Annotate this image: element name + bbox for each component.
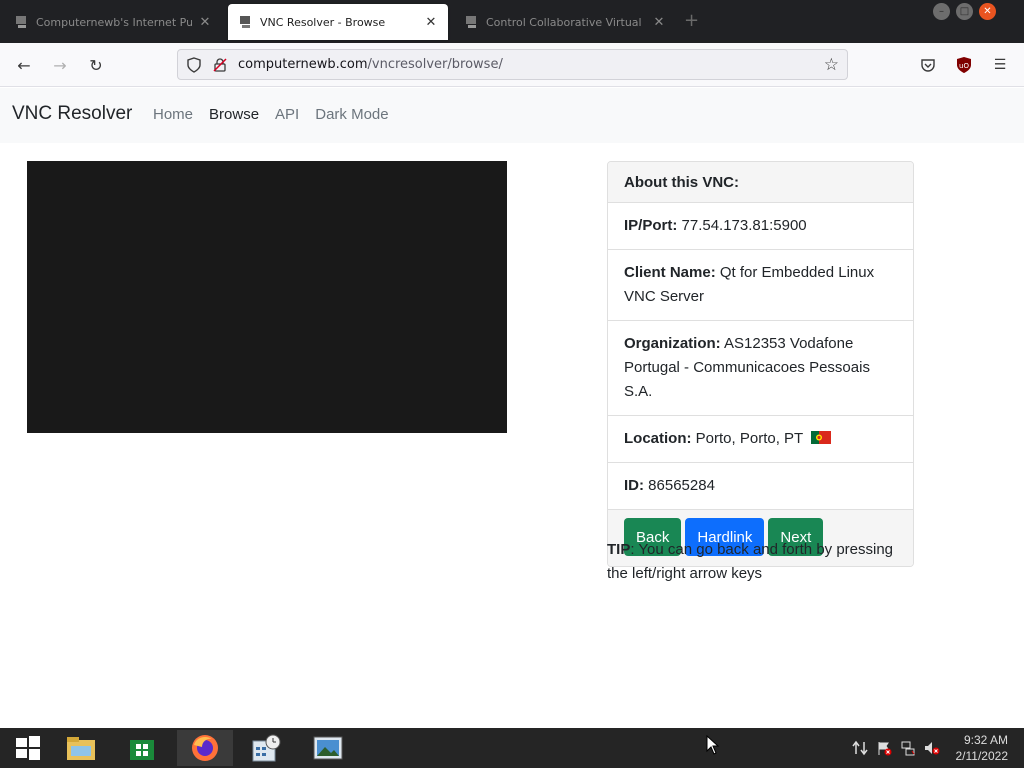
- client-name-row: Client Name: Qt for Embedded Linux VNC S…: [608, 250, 913, 321]
- vnc-screenshot: [27, 161, 507, 433]
- tab-computernewb[interactable]: Computernewb's Internet Pu ✕: [4, 4, 222, 40]
- tip-label: TIP: [607, 541, 631, 558]
- pocket-icon[interactable]: [918, 55, 938, 75]
- minimize-icon[interactable]: –: [933, 3, 950, 20]
- taskbar-photos[interactable]: [300, 730, 356, 766]
- task-scheduler-icon: [252, 734, 281, 762]
- svg-text:uO: uO: [959, 62, 969, 70]
- site-nav-links: Home Browse API Dark Mode: [153, 106, 389, 123]
- ip-port-value: 77.54.173.81:5900: [681, 217, 807, 234]
- taskbar-clock[interactable]: 9:32 AM 2/11/2022: [956, 732, 1009, 764]
- tip-text: TIP: You can go back and forth by pressi…: [607, 538, 917, 586]
- windows-logo-icon: [16, 736, 40, 760]
- clock-date: 2/11/2022: [955, 749, 1009, 763]
- maximize-icon[interactable]: □: [956, 3, 973, 20]
- ip-port-row: IP/Port: 77.54.173.81:5900: [608, 203, 913, 250]
- back-arrow-icon[interactable]: ←: [12, 53, 36, 77]
- close-icon[interactable]: ✕: [424, 15, 438, 30]
- volume-muted-icon[interactable]: [924, 740, 940, 756]
- location-label: Location:: [624, 430, 692, 447]
- tracking-shield-icon[interactable]: [186, 56, 202, 73]
- nav-link-browse[interactable]: Browse: [209, 106, 259, 123]
- location-row: Location: Porto, Porto, PT: [608, 416, 913, 463]
- file-explorer-icon: [67, 737, 95, 760]
- browser-tab-strip: Computernewb's Internet Pu ✕ VNC Resolve…: [0, 0, 1024, 43]
- system-tray: [852, 740, 940, 756]
- forward-arrow-icon[interactable]: →: [48, 53, 72, 77]
- close-window-icon[interactable]: ✕: [979, 3, 996, 20]
- tab-title: Control Collaborative Virtual M: [486, 15, 646, 29]
- nav-link-home[interactable]: Home: [153, 106, 193, 123]
- bookmark-star-icon[interactable]: ☆: [824, 55, 839, 75]
- computer-favicon-icon: [16, 16, 26, 28]
- taskbar-scheduler[interactable]: [238, 730, 294, 766]
- site-navbar: VNC Resolver Home Browse API Dark Mode: [0, 88, 1024, 143]
- store-icon: [130, 740, 154, 760]
- reload-icon[interactable]: ↻: [84, 53, 108, 77]
- organization-label: Organization:: [624, 335, 721, 352]
- id-label: ID:: [624, 477, 644, 494]
- computer-favicon-icon: [466, 16, 476, 28]
- taskbar-file-explorer[interactable]: [53, 730, 109, 766]
- ip-port-label: IP/Port:: [624, 217, 678, 234]
- site-brand[interactable]: VNC Resolver: [12, 103, 132, 125]
- action-center-flag-icon[interactable]: [876, 740, 892, 756]
- network-status-icon[interactable]: [900, 740, 916, 756]
- taskbar: 9:32 AM 2/11/2022: [0, 728, 1024, 768]
- card-header: About this VNC:: [608, 162, 913, 203]
- close-icon[interactable]: ✕: [652, 15, 666, 30]
- tab-title: VNC Resolver - Browse: [260, 15, 386, 29]
- vnc-info-card: About this VNC: IP/Port: 77.54.173.81:59…: [607, 161, 914, 567]
- taskbar-store[interactable]: [114, 730, 170, 766]
- client-name-label: Client Name:: [624, 264, 716, 281]
- organization-row: Organization: AS12353 Vodafone Portugal …: [608, 321, 913, 416]
- clock-time: 9:32 AM: [963, 733, 1008, 747]
- mouse-cursor-icon: [706, 735, 720, 755]
- url-text: computernewb.com/vncresolver/browse/: [238, 57, 824, 72]
- taskbar-firefox[interactable]: [177, 730, 233, 766]
- close-icon[interactable]: ✕: [198, 15, 212, 30]
- photo-viewer-icon: [313, 736, 343, 760]
- tip-body: : You can go back and forth by pressing …: [607, 541, 894, 582]
- new-tab-button[interactable]: +: [684, 10, 699, 31]
- network-arrows-icon[interactable]: [852, 740, 868, 756]
- portugal-flag-icon: [811, 431, 832, 444]
- location-value: Porto, Porto, PT: [695, 430, 803, 447]
- nav-link-api[interactable]: API: [275, 106, 299, 123]
- menu-hamburger-icon[interactable]: ☰: [990, 55, 1010, 75]
- insecure-lock-icon[interactable]: [212, 57, 228, 73]
- nav-link-dark-mode[interactable]: Dark Mode: [315, 106, 388, 123]
- url-path: /vncresolver/browse/: [367, 57, 503, 72]
- tab-vnc-resolver[interactable]: VNC Resolver - Browse ✕: [228, 4, 448, 40]
- id-row: ID: 86565284: [608, 463, 913, 510]
- address-bar[interactable]: computernewb.com/vncresolver/browse/ ☆: [177, 49, 848, 80]
- url-host: computernewb.com: [238, 57, 368, 72]
- id-value: 86565284: [648, 477, 715, 494]
- ublock-origin-icon[interactable]: uO: [954, 55, 974, 75]
- firefox-icon: [192, 735, 218, 761]
- tab-collabvm[interactable]: Control Collaborative Virtual M ✕: [454, 4, 676, 40]
- tab-title: Computernewb's Internet Pu: [36, 15, 192, 29]
- start-button[interactable]: [0, 730, 56, 766]
- computer-favicon-icon: [240, 16, 250, 28]
- browser-toolbar: ← → ↻ computernewb.com/vncresolver/brows…: [0, 43, 1024, 87]
- window-controls: – □ ✕: [933, 3, 996, 20]
